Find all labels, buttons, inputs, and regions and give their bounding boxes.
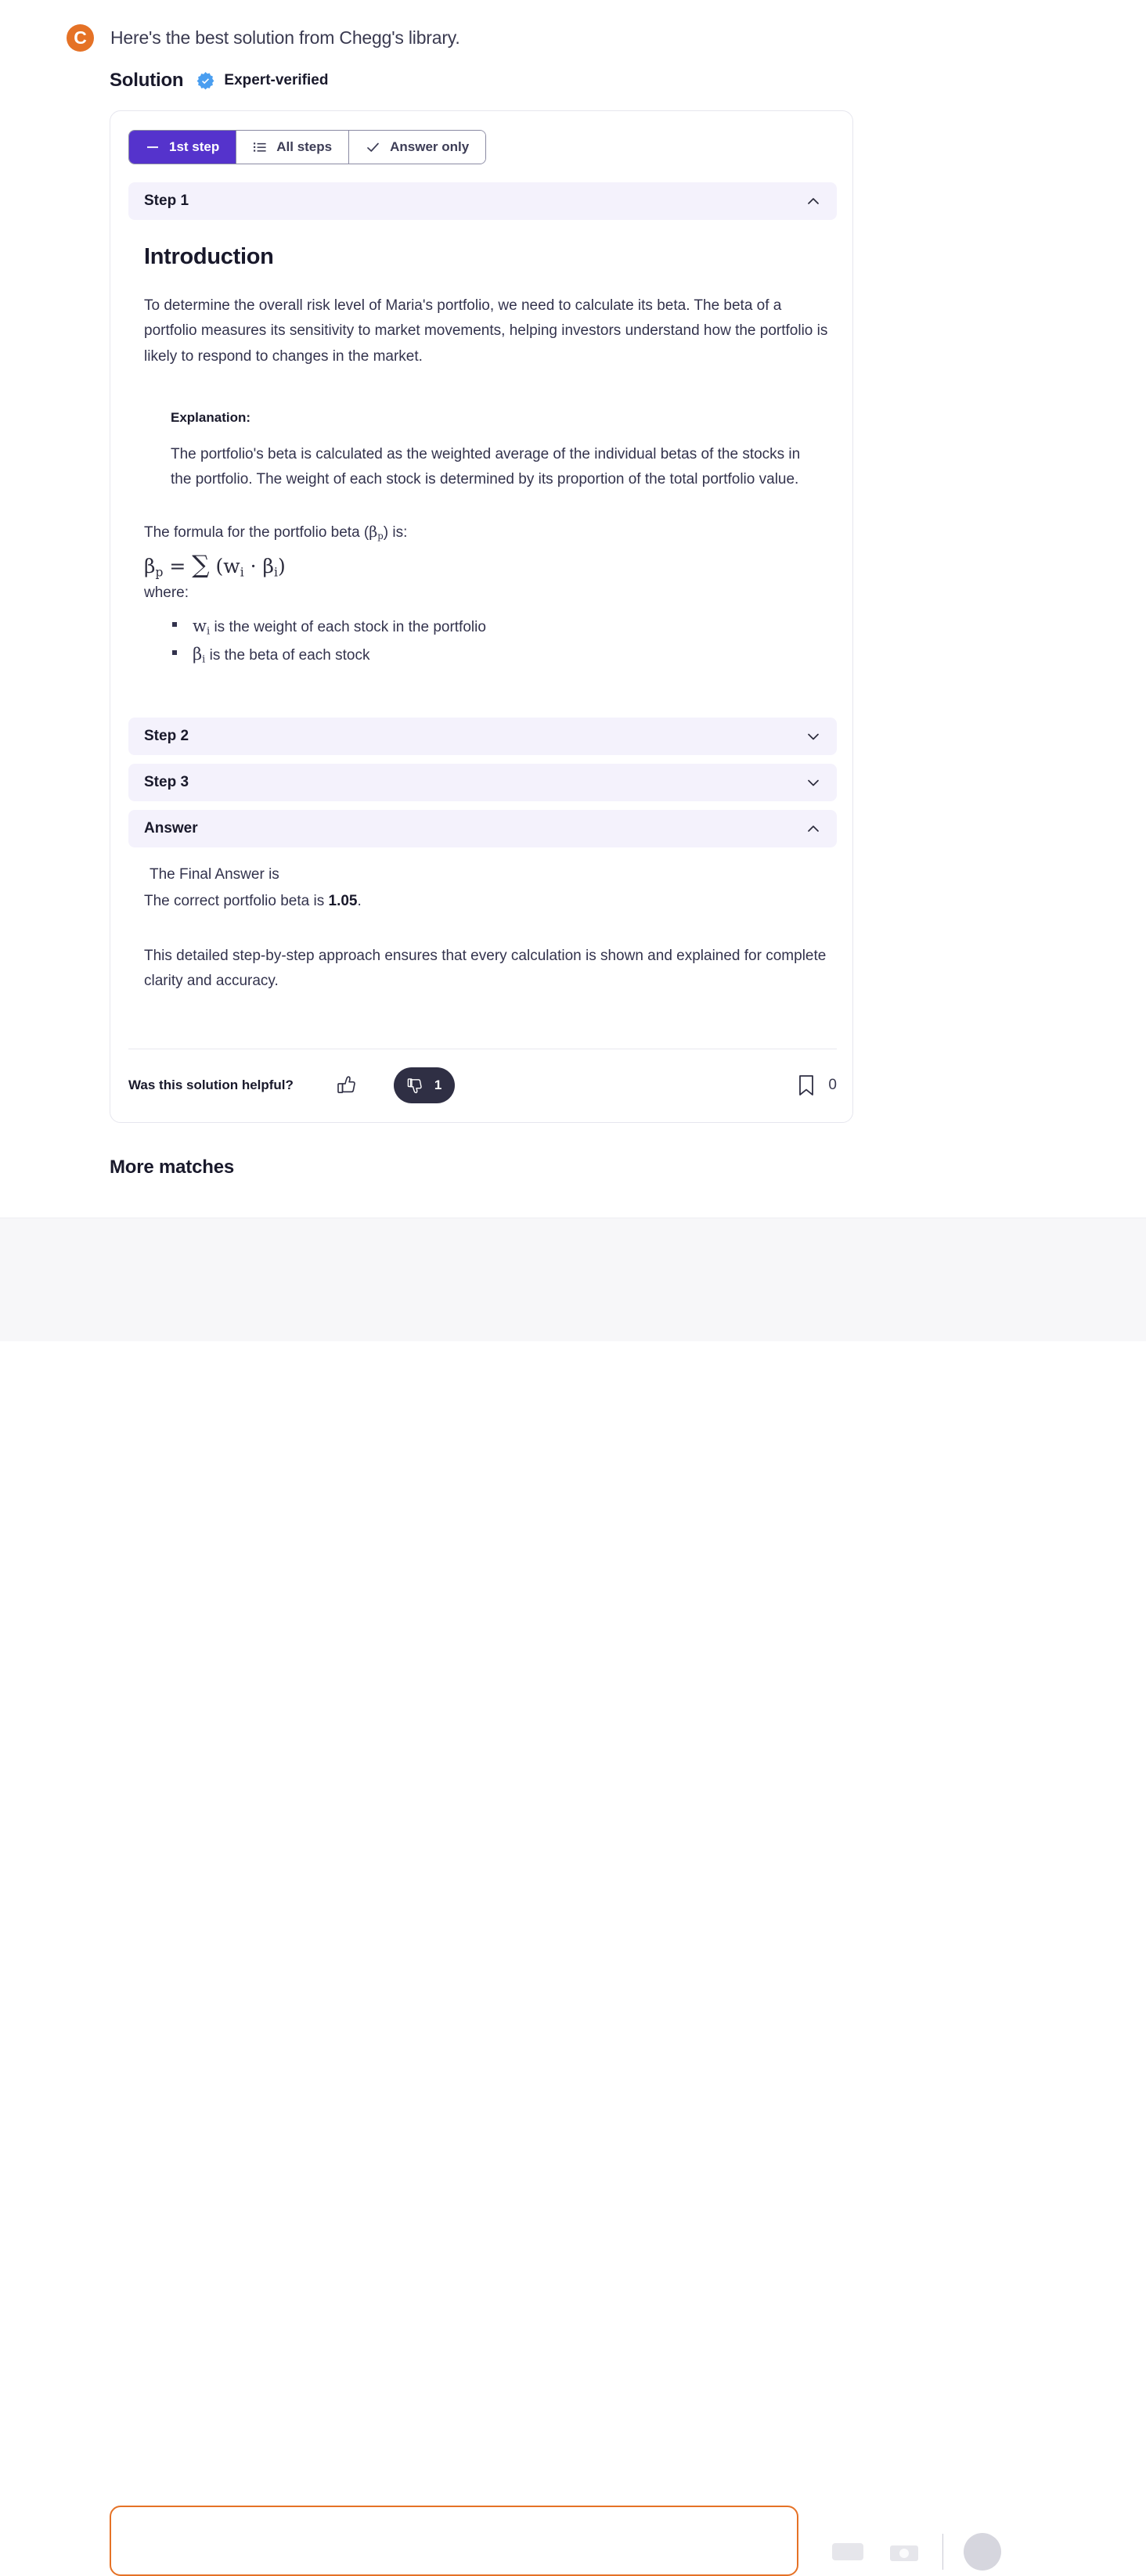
avatar[interactable]	[964, 2533, 1001, 2571]
explanation-block: Explanation: The portfolio's beta is cal…	[171, 410, 824, 493]
portfolio-beta-formula: βp = ∑ (wi · βi)	[144, 550, 286, 580]
chat-input[interactable]	[110, 2506, 798, 2576]
accordion-label-step-1: Step 1	[144, 192, 189, 209]
divider	[942, 2534, 943, 2570]
final-answer-post: .	[357, 893, 362, 910]
assistant-intro-text: Here's the best solution from Chegg's li…	[110, 27, 460, 48]
variable-symbol: wi	[193, 616, 211, 637]
page-title: Solution	[110, 70, 184, 91]
bookmark-count: 0	[828, 1077, 837, 1093]
list-icon	[254, 142, 266, 152]
bookmark-icon	[799, 1075, 814, 1096]
accordion-header-step-2[interactable]: Step 2	[128, 718, 837, 755]
final-answer-label: The Final Answer is	[150, 866, 279, 883]
accordion-header-step-1[interactable]: Step 1	[128, 182, 837, 220]
variable-symbol: βi	[193, 645, 206, 666]
solution-title-row: Solution Expert-verified	[110, 70, 328, 92]
bookmark-button[interactable]: 0	[795, 1073, 837, 1098]
assistant-header: C Here's the best solution from Chegg's …	[67, 24, 460, 52]
status-badge: Expert-verified	[196, 71, 328, 91]
chevron-up-icon	[808, 826, 819, 832]
variable-description: is the beta of each stock	[209, 647, 370, 664]
step-view-tabs: 1st step All steps Answer only	[128, 130, 487, 164]
answer-closing-paragraph: This detailed step-by-step approach ensu…	[144, 947, 827, 990]
accordion-label-answer: Answer	[144, 820, 198, 836]
where-label: where:	[144, 585, 189, 602]
formula-intro-symbol: βp	[369, 523, 384, 542]
dislike-count: 1	[434, 1078, 442, 1092]
feedback-question: Was this solution helpful?	[128, 1078, 294, 1092]
introduction-paragraph: To determine the overall risk level of M…	[144, 297, 828, 365]
list-item: wi is the weight of each stock in the po…	[172, 612, 833, 641]
variable-definition-list: wi is the weight of each stock in the po…	[144, 612, 833, 669]
explanation-title: Explanation:	[171, 409, 251, 425]
variable-description: is the weight of each stock in the portf…	[214, 618, 486, 635]
formula-block: The formula for the portfolio beta (βp) …	[144, 520, 833, 668]
answer-body: The Final Answer is The correct portfoli…	[144, 863, 833, 994]
chevron-up-icon	[808, 198, 819, 204]
tab-first-step[interactable]: 1st step	[129, 131, 236, 164]
thumbs-down-icon	[407, 1078, 422, 1094]
explanation-body: The portfolio's beta is calculated as th…	[171, 445, 801, 488]
camera-icon[interactable]	[886, 2538, 922, 2565]
section-heading-introduction: Introduction	[144, 244, 274, 269]
bottom-composer-bar	[0, 1218, 1146, 2576]
step-1-body: Introduction To determine the overall ri…	[144, 244, 833, 669]
formula-intro-pre: The formula for the portfolio beta (	[144, 524, 369, 541]
chevron-down-icon	[808, 779, 819, 786]
feedback-bar: Was this solution helpful? 1 0	[128, 1062, 837, 1109]
list-item: βi is the beta of each stock	[172, 640, 833, 669]
keyboard-icon[interactable]	[830, 2538, 866, 2565]
final-answer-pre: The correct portfolio beta is	[144, 893, 329, 910]
tab-answer-only[interactable]: Answer only	[348, 131, 486, 164]
tab-answer-only-label: Answer only	[390, 139, 470, 154]
check-icon	[367, 142, 379, 152]
final-answer-value: 1.05	[328, 893, 358, 910]
composer-actions	[830, 2533, 1001, 2571]
tab-all-steps-label: All steps	[276, 139, 333, 154]
thumbs-down-button[interactable]: 1	[393, 1067, 456, 1103]
final-answer-value-line: The correct portfolio beta is 1.05.	[144, 890, 833, 913]
page-root: C Here's the best solution from Chegg's …	[0, 0, 1146, 2576]
formula-intro-line: The formula for the portfolio beta (βp) …	[144, 520, 833, 545]
more-matches-heading: More matches	[110, 1157, 234, 1178]
accordion-label-step-3: Step 3	[144, 774, 189, 790]
verified-badge-icon	[196, 71, 214, 89]
chegg-logo-icon: C	[67, 24, 94, 52]
formula-intro-post: ) is:	[383, 524, 408, 541]
verified-label: Expert-verified	[224, 72, 329, 88]
solution-card: 1st step All steps Answer only Step 1 In…	[110, 110, 853, 1123]
accordion-header-answer[interactable]: Answer	[128, 810, 837, 847]
dash-icon	[147, 146, 158, 149]
tab-all-steps[interactable]: All steps	[236, 131, 349, 164]
tab-first-step-label: 1st step	[169, 139, 220, 154]
chevron-down-icon	[808, 733, 819, 740]
accordion-header-step-3[interactable]: Step 3	[128, 764, 837, 801]
accordion-label-step-2: Step 2	[144, 728, 189, 744]
summation-icon: ∑	[192, 550, 210, 579]
thumbs-up-icon[interactable]	[336, 1074, 359, 1097]
